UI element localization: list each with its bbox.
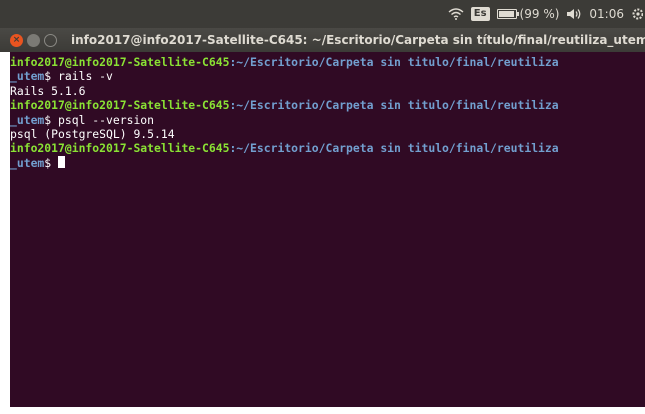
terminal-line: info2017@info2017-Satellite-C645:~/Escri… <box>10 55 645 69</box>
system-menu[interactable] <box>631 7 643 21</box>
top-panel: Es (99 %) 01:06 <box>0 0 645 28</box>
prompt-path-wrap: _utem <box>10 112 45 127</box>
terminal-line: _utem$ psql --version <box>10 113 645 127</box>
terminal-title-bar[interactable]: × info2017@info2017-Satellite-C645: ~/Es… <box>0 28 645 52</box>
keyboard-layout-indicator[interactable]: Es <box>470 7 490 21</box>
maximize-window-button[interactable] <box>44 33 57 47</box>
prompt-path: :~/Escritorio/Carpeta sin titulo/final/r… <box>229 55 559 69</box>
clock[interactable]: 01:06 <box>589 7 624 21</box>
battery-icon <box>496 9 519 19</box>
gear-icon <box>632 8 643 20</box>
prompt-user-host: info2017@info2017-Satellite-C645 <box>10 55 230 69</box>
command-text: rails -v <box>58 69 113 84</box>
minimize-window-button[interactable] <box>27 33 40 47</box>
sound-indicator[interactable] <box>566 8 582 20</box>
command-text: psql --version <box>58 112 155 127</box>
terminal-line: _utem$ rails -v <box>10 69 645 83</box>
terminal-line: info2017@info2017-Satellite-C645:~/Escri… <box>10 141 645 155</box>
prompt-user-host: info2017@info2017-Satellite-C645 <box>10 98 230 113</box>
battery-indicator[interactable]: (99 %) <box>496 7 560 21</box>
terminal-line: info2017@info2017-Satellite-C645:~/Escri… <box>10 98 645 112</box>
terminal-line: _utem$ <box>10 155 645 170</box>
panel-indicators: Es (99 %) 01:06 <box>448 0 645 28</box>
prompt-path-wrap: _utem <box>10 69 45 84</box>
command-output: psql (PostgreSQL) 9.5.14 <box>10 126 175 141</box>
close-window-button[interactable]: × <box>10 33 23 47</box>
speaker-icon <box>567 9 581 19</box>
wifi-icon <box>448 8 464 20</box>
keyboard-layout-badge: Es <box>470 7 490 21</box>
prompt-symbol: $ <box>44 69 59 84</box>
prompt-path-wrap: _utem <box>10 155 45 170</box>
battery-percentage: (99 %) <box>519 7 560 21</box>
terminal-output[interactable]: info2017@info2017-Satellite-C645:~/Escri… <box>10 52 645 407</box>
text-cursor <box>58 155 66 168</box>
battery-fill <box>498 11 515 17</box>
command-output: Rails 5.1.6 <box>10 83 86 98</box>
desktop-screen: Es (99 %) 01:06 × info2017@info2017-Sate… <box>0 0 645 414</box>
prompt-path: :~/Escritorio/Carpeta sin titulo/final/r… <box>229 141 559 156</box>
prompt-symbol: $ <box>44 112 59 127</box>
prompt-path: :~/Escritorio/Carpeta sin titulo/final/r… <box>229 98 559 113</box>
window-title: info2017@info2017-Satellite-C645: ~/Escr… <box>71 33 645 47</box>
close-icon: × <box>12 34 21 45</box>
prompt-user-host: info2017@info2017-Satellite-C645 <box>10 141 230 156</box>
prompt-symbol: $ <box>44 155 59 170</box>
wifi-indicator[interactable] <box>448 8 464 20</box>
